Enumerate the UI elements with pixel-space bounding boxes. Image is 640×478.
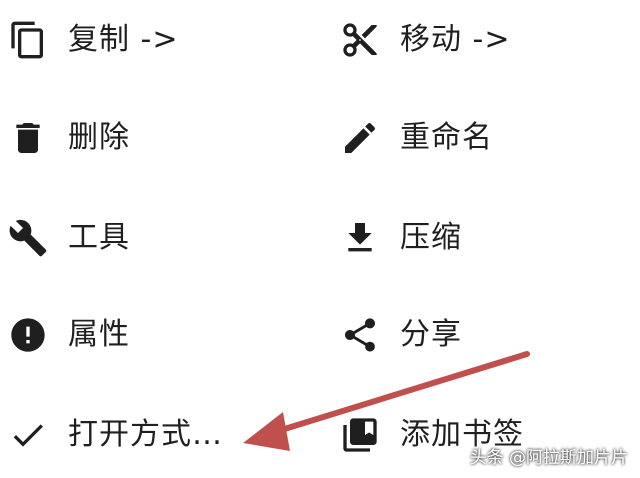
check-icon [6, 413, 50, 457]
open-with-label: 打开方式… [68, 417, 223, 452]
properties-menu-item[interactable]: 属性 [6, 305, 130, 365]
move-label: 移动 -> [400, 22, 511, 57]
edit-pencil-icon [338, 116, 382, 160]
wrench-icon [6, 216, 50, 260]
copy-menu-item[interactable]: 复制 -> [6, 10, 179, 70]
rename-menu-item[interactable]: 重命名 [338, 108, 493, 168]
share-menu-item[interactable]: 分享 [338, 305, 462, 365]
tools-label: 工具 [68, 220, 130, 255]
rename-label: 重命名 [400, 120, 493, 155]
watermark: 头条 @阿拉斯加片片 [469, 448, 628, 468]
properties-label: 属性 [68, 317, 130, 352]
tools-menu-item[interactable]: 工具 [6, 208, 130, 268]
copy-label: 复制 -> [68, 22, 179, 57]
info-alert-icon [6, 313, 50, 357]
compress-label: 压缩 [400, 220, 462, 255]
open-with-menu-item[interactable]: 打开方式… [6, 405, 223, 465]
bookmark-library-icon [338, 413, 382, 457]
delete-menu-item[interactable]: 删除 [6, 108, 130, 168]
move-menu-item[interactable]: 移动 -> [338, 10, 511, 70]
share-icon [338, 313, 382, 357]
download-icon [338, 216, 382, 260]
cut-icon [338, 18, 382, 62]
compress-menu-item[interactable]: 压缩 [338, 208, 462, 268]
delete-label: 删除 [68, 120, 130, 155]
copy-icon [6, 18, 50, 62]
share-label: 分享 [400, 317, 462, 352]
delete-icon [6, 116, 50, 160]
